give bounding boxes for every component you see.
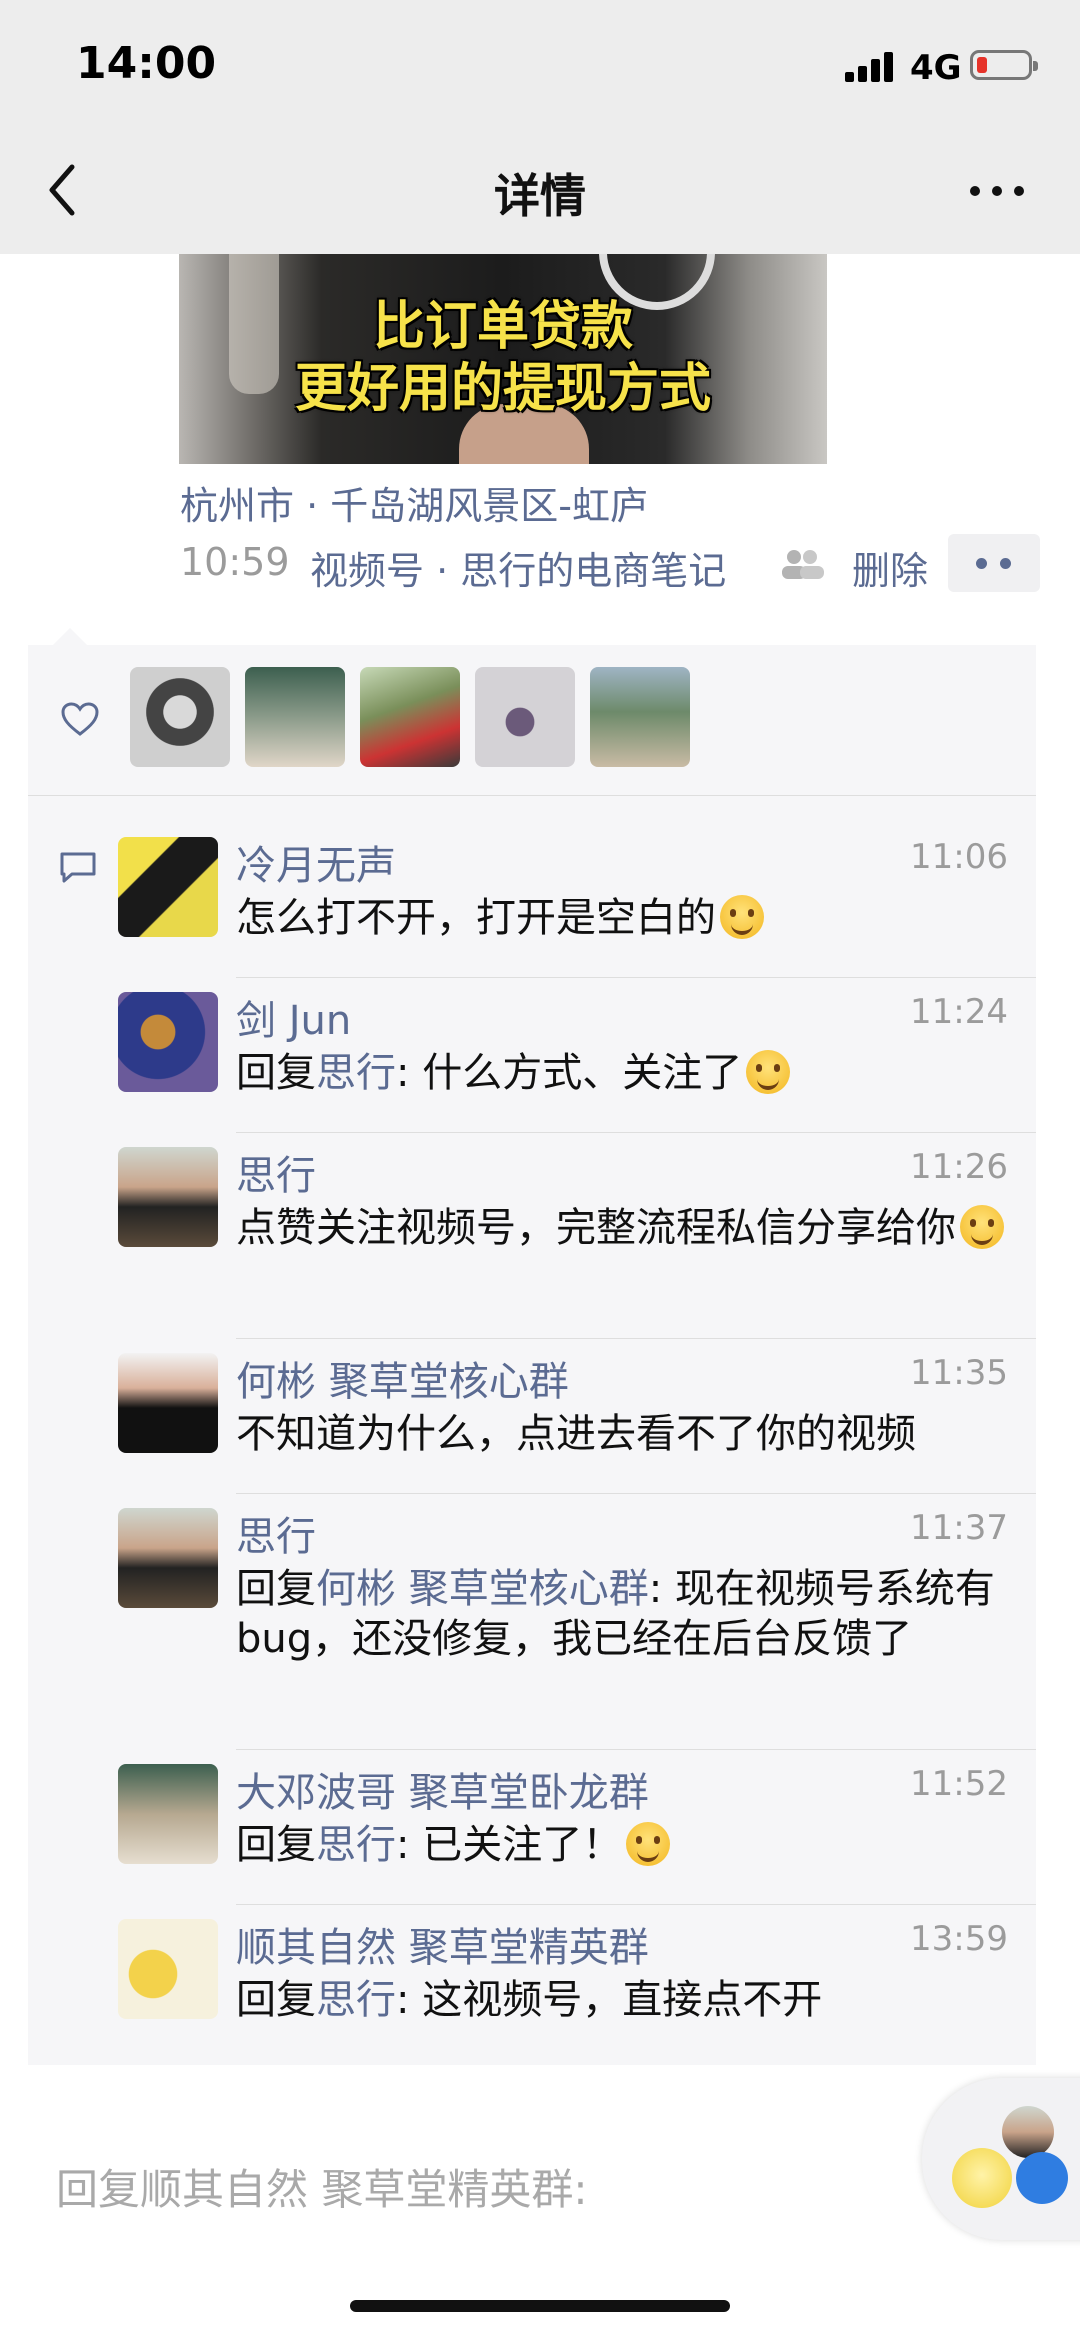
floating-window-bubble[interactable] xyxy=(922,2078,1080,2240)
network-type: 4G xyxy=(910,48,962,88)
likes-row xyxy=(28,645,1036,796)
comment-text: 回复何彬 聚草堂核心群: 现在视频号系统有 bug，还没修复，我已经在后台反馈了 xyxy=(236,1566,995,1662)
more-options-icon[interactable] xyxy=(962,170,1032,210)
comment-divider xyxy=(236,1132,1036,1133)
likes-comments-panel: 冷月无声 11:06 怎么打不开，打开是空白的 剑 Jun 11:24 回复思行… xyxy=(28,645,1036,2065)
floating-avatar-icon xyxy=(1002,2106,1054,2158)
comment-bubble-icon xyxy=(60,852,96,883)
comment-divider xyxy=(236,1749,1036,1750)
commenter-avatar[interactable] xyxy=(118,992,218,1092)
signal-icon xyxy=(845,50,897,82)
post-location[interactable]: 杭州市 · 千岛湖风景区-虹庐 xyxy=(180,475,648,530)
panel-caret xyxy=(52,628,88,646)
home-indicator[interactable] xyxy=(350,2300,730,2312)
liker-avatar[interactable] xyxy=(245,667,345,767)
delete-link[interactable]: 删除 xyxy=(852,540,928,595)
reply-input-placeholder: 回复顺其自然 聚草堂精英群: xyxy=(56,2165,588,2214)
video-caption-line2: 更好用的提现方式 xyxy=(294,359,711,419)
video-thumbnail[interactable]: 比订单贷款 更好用的提现方式 xyxy=(179,254,827,464)
comment-time: 11:52 xyxy=(910,1764,1008,1804)
smile-emoji-icon xyxy=(746,1050,791,1094)
grin-emoji-icon xyxy=(960,1205,1004,1249)
page-title: 详情 xyxy=(494,169,586,223)
post-source-link[interactable]: 视频号 · 思行的电商笔记 xyxy=(310,540,726,595)
commenter-name[interactable]: 何彬 聚草堂核心群 xyxy=(236,1349,569,1407)
commenter-name[interactable]: 顺其自然 聚草堂精英群 xyxy=(236,1915,649,1973)
post-time: 10:59 xyxy=(180,540,290,584)
liker-avatar[interactable] xyxy=(130,667,230,767)
comment-text: 不知道为什么，点进去看不了你的视频 xyxy=(236,1411,916,1457)
commenter-avatar[interactable] xyxy=(118,1919,218,2019)
commenter-name[interactable]: 思行 xyxy=(236,1143,316,1201)
nav-bar: 详情 xyxy=(0,130,1080,254)
comment-text: 点赞关注视频号，完整流程私信分享给你 xyxy=(236,1203,1016,1253)
comment-text: 回复思行: 这视频号，直接点不开 xyxy=(236,1977,823,2023)
floating-app-icon xyxy=(952,2148,1012,2208)
comment-time: 11:24 xyxy=(910,992,1008,1032)
visibility-people-icon xyxy=(782,550,824,579)
commenter-name[interactable]: 思行 xyxy=(236,1504,316,1562)
action-menu-button[interactable] xyxy=(948,534,1040,592)
reply-to-name[interactable]: 思行 xyxy=(316,1977,396,2023)
commenter-name[interactable]: 剑 Jun xyxy=(236,988,351,1046)
battery-icon xyxy=(970,50,1038,80)
comment-time: 11:26 xyxy=(910,1147,1008,1187)
commenter-avatar[interactable] xyxy=(118,837,218,937)
commenter-avatar[interactable] xyxy=(118,1147,218,1247)
post-meta: 10:59 视频号 · 思行的电商笔记 删除 xyxy=(180,534,1060,593)
liker-avatar[interactable] xyxy=(360,667,460,767)
comment-time: 13:59 xyxy=(910,1919,1008,1959)
comment-text: 回复思行: 已关注了！ xyxy=(236,1820,1016,1870)
commenter-avatar[interactable] xyxy=(118,1353,218,1453)
commenter-name[interactable]: 大邓波哥 聚草堂卧龙群 xyxy=(236,1760,649,1818)
commenter-avatar[interactable] xyxy=(118,1508,218,1608)
liker-avatar[interactable] xyxy=(590,667,690,767)
comment-divider xyxy=(236,1493,1036,1494)
heart-icon xyxy=(61,702,99,736)
reply-to-name[interactable]: 思行 xyxy=(316,1050,396,1096)
comment-divider xyxy=(236,1338,1036,1339)
status-bar: 14:00 4G xyxy=(0,0,1080,130)
reply-input[interactable]: 回复顺其自然 聚草堂精英群: xyxy=(14,2130,924,2230)
comment-text: 怎么打不开，打开是空白的 xyxy=(236,893,1016,943)
comment-time: 11:06 xyxy=(910,837,1008,877)
floating-music-icon xyxy=(1016,2152,1068,2204)
comment-time: 11:35 xyxy=(910,1353,1008,1393)
crying-laughing-emoji-icon xyxy=(720,895,764,939)
commenter-avatar[interactable] xyxy=(118,1764,218,1864)
comment-text: 回复思行: 什么方式、关注了 xyxy=(236,1048,1016,1098)
comment-divider xyxy=(236,1904,1036,1905)
reply-to-name[interactable]: 思行 xyxy=(316,1822,396,1868)
liker-avatar[interactable] xyxy=(475,667,575,767)
reply-to-name[interactable]: 何彬 聚草堂核心群 xyxy=(316,1566,649,1612)
commenter-name[interactable]: 冷月无声 xyxy=(236,833,396,891)
comment-time: 11:37 xyxy=(910,1508,1008,1548)
smile-emoji-icon xyxy=(626,1822,671,1866)
status-time: 14:00 xyxy=(76,38,217,89)
comment-divider xyxy=(236,977,1036,978)
